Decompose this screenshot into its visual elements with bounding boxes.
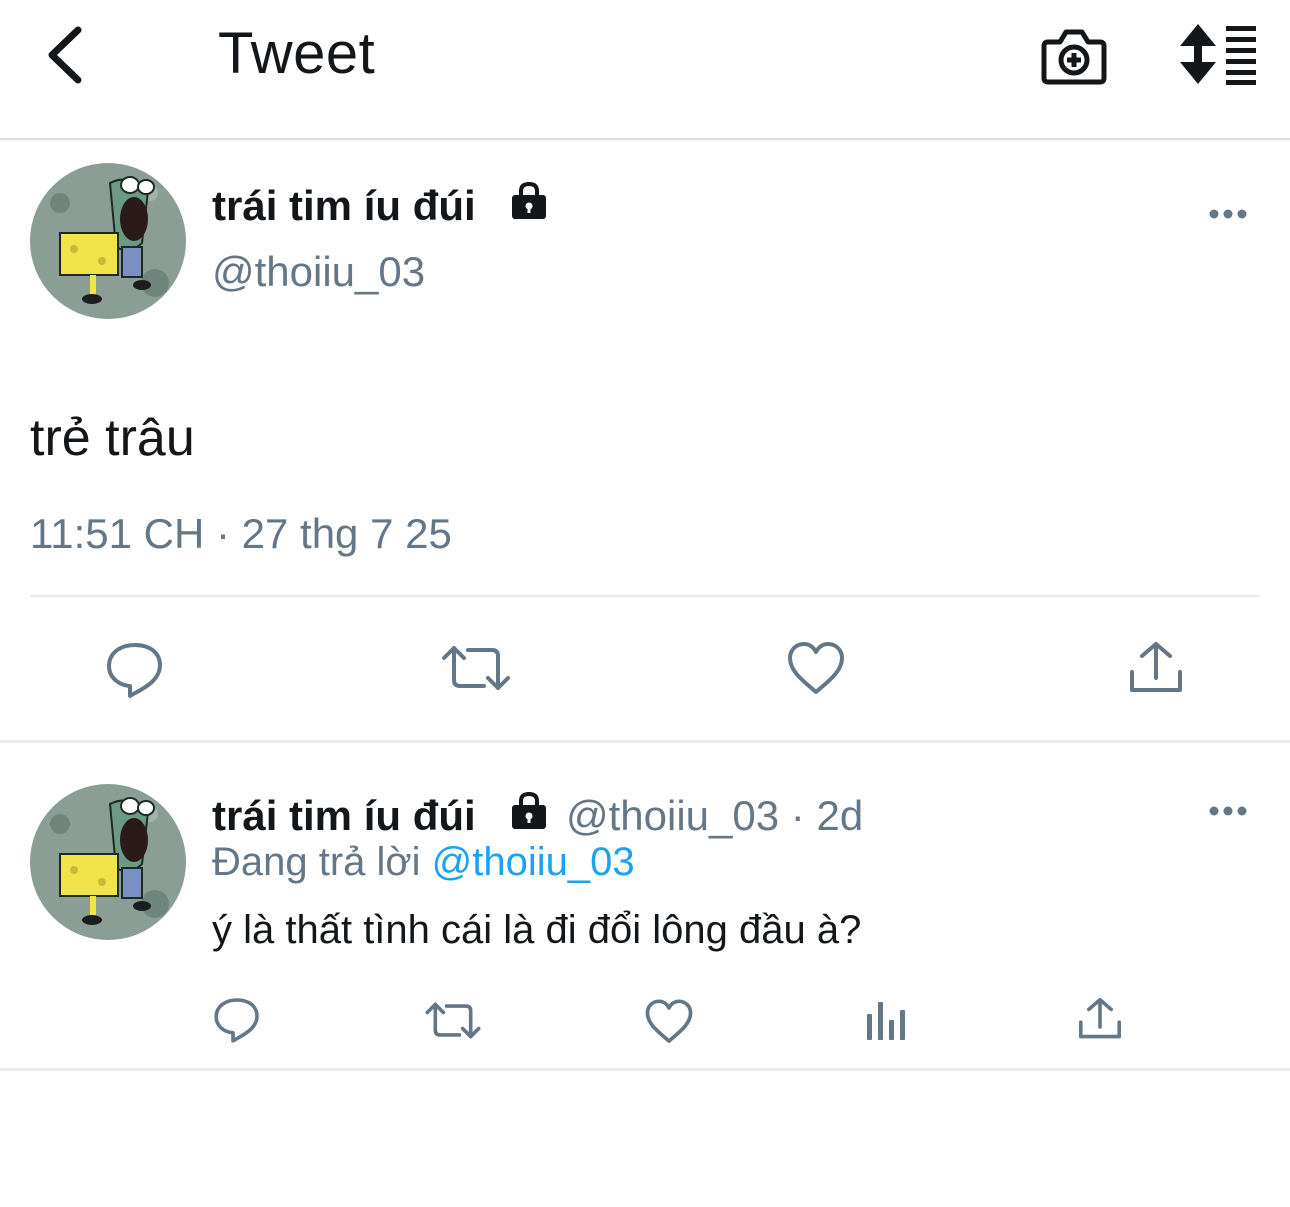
sort-button[interactable]: [1178, 22, 1260, 86]
display-name[interactable]: trái tim íu đúi: [212, 792, 476, 840]
divider: [30, 595, 1260, 597]
reply-icon[interactable]: [212, 996, 262, 1044]
back-button[interactable]: [38, 22, 98, 88]
retweet-icon[interactable]: [424, 998, 482, 1043]
tweet-text: trẻ trâu: [30, 409, 195, 467]
avatar-image: [30, 163, 186, 319]
more-options-icon[interactable]: [1208, 804, 1248, 818]
divider: [0, 740, 1290, 743]
lock-icon: [512, 181, 546, 219]
handle[interactable]: @thoiiu_03: [566, 792, 779, 839]
reply-icon[interactable]: [104, 640, 166, 700]
avatar[interactable]: [30, 163, 186, 319]
sort-list-icon: [1180, 24, 1256, 85]
reply-handle-line: @thoiiu_03 · 2d: [566, 792, 863, 840]
mention-link[interactable]: @thoiiu_03: [432, 840, 635, 884]
display-name[interactable]: trái tim íu đúi: [212, 182, 476, 230]
chevron-left-icon: [48, 26, 82, 84]
avatar-image: [30, 784, 186, 940]
analytics-icon[interactable]: [864, 998, 908, 1042]
avatar[interactable]: [30, 784, 186, 940]
lock-icon: [512, 791, 546, 829]
page-title: Tweet: [218, 21, 376, 86]
replying-label: Đang trả lời: [212, 840, 421, 884]
tweet-timestamp[interactable]: 11:51 CH · 27 thg 7 25: [30, 510, 452, 558]
handle[interactable]: @thoiiu_03: [212, 248, 425, 296]
camera-plus-icon: [1041, 29, 1107, 85]
meta-separator: ·: [790, 792, 805, 839]
replying-to: Đang trả lời @thoiiu_03: [212, 840, 635, 885]
share-icon[interactable]: [1076, 996, 1124, 1042]
divider: [0, 1068, 1290, 1071]
retweet-icon[interactable]: [440, 640, 512, 696]
share-icon[interactable]: [1126, 640, 1186, 696]
tweet-age: 2d: [816, 792, 864, 839]
more-options-icon[interactable]: [1208, 207, 1248, 221]
tweet-text: ý là thất tình cái là đi đổi lông đầu à?: [212, 908, 862, 952]
top-bar: Tweet: [0, 0, 1290, 140]
like-icon[interactable]: [644, 998, 694, 1046]
like-icon[interactable]: [786, 640, 846, 698]
camera-button[interactable]: [1040, 22, 1108, 88]
